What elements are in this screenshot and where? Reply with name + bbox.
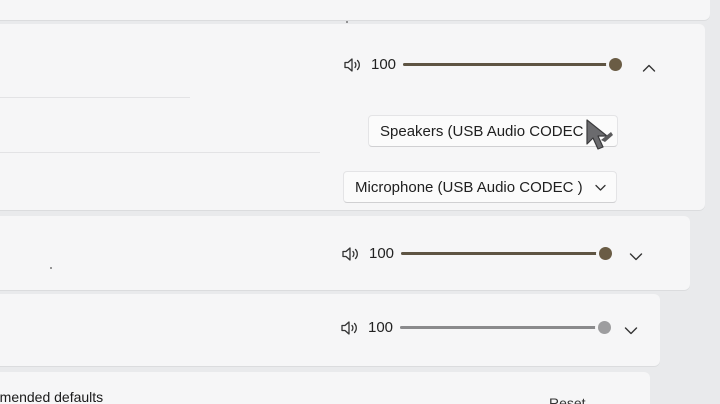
app-volume-slider[interactable] [400, 320, 611, 336]
divider [0, 152, 320, 153]
slider-thumb[interactable] [598, 320, 611, 334]
app-volume-slider[interactable] [401, 246, 612, 262]
app-volume-row: 100 [341, 245, 612, 262]
app-volume-value: 100 [369, 245, 395, 262]
app-volume-value: 100 [368, 319, 394, 336]
chevron-down-icon [595, 184, 606, 191]
chevron-up-icon[interactable] [642, 63, 656, 73]
output-device-label: Speakers (USB Audio CODEC ) [380, 122, 593, 140]
volume-mixer-page: 100 Speakers (USB Audio CODEC ) Micropho… [0, 0, 720, 404]
speaker-icon [341, 320, 357, 335]
dust-speck [50, 267, 52, 269]
app-volume-row: 100 [340, 319, 611, 336]
chevron-down-icon[interactable] [629, 252, 643, 262]
master-volume-row: 100 [343, 56, 622, 73]
output-device-dropdown[interactable]: Speakers (USB Audio CODEC ) [368, 115, 618, 147]
top-card [0, 0, 710, 20]
master-volume-value: 100 [371, 56, 397, 73]
mouse-cursor-icon [586, 119, 613, 150]
master-volume-slider[interactable] [403, 57, 622, 73]
speaker-icon [342, 246, 358, 261]
slider-fill [401, 251, 605, 255]
input-device-dropdown[interactable]: Microphone (USB Audio CODEC ) [343, 171, 617, 203]
slider-fill [403, 62, 615, 66]
slider-fill [400, 325, 604, 329]
reset-button[interactable]: Reset [549, 395, 586, 404]
input-device-label: Microphone (USB Audio CODEC ) [355, 178, 583, 196]
dust-speck [346, 21, 348, 23]
reset-description-text: mmended defaults [0, 389, 104, 404]
reset-description: mmended defaults [0, 389, 103, 404]
divider [0, 97, 190, 98]
speaker-icon [344, 57, 360, 72]
slider-thumb[interactable] [609, 57, 622, 71]
chevron-down-icon[interactable] [624, 326, 638, 336]
slider-thumb[interactable] [599, 246, 612, 260]
